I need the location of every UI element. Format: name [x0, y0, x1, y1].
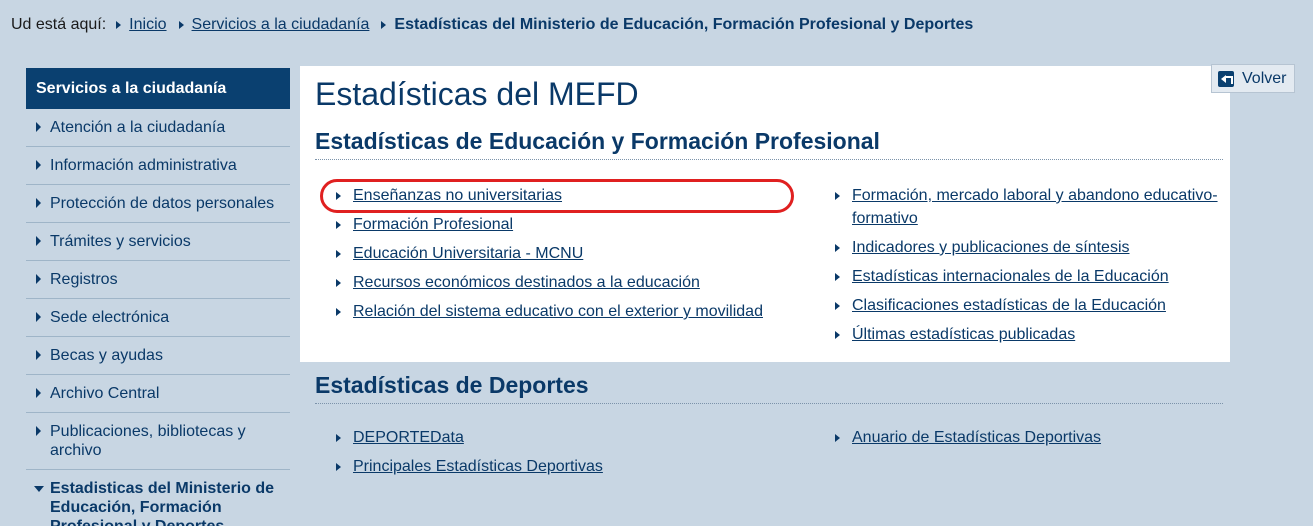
breadcrumb-current: Estadísticas del Ministerio de Educación…	[394, 16, 974, 33]
link-clasificaciones[interactable]: Clasificaciones estadísticas de la Educa…	[852, 297, 1166, 314]
link-recursos-economicos[interactable]: Recursos económicos destinados a la educ…	[353, 274, 700, 291]
education-links-right: Formación, mercado laboral y abandono ed…	[825, 184, 1225, 346]
arrow-right-icon	[835, 302, 840, 310]
main-content: Estadísticas del MEFD Estadísticas de Ed…	[300, 66, 1230, 362]
education-links-left: Enseñanzas no universitarias Formación P…	[326, 184, 806, 323]
arrow-right-icon	[336, 250, 341, 258]
sidebar-item-label: Trámites y servicios	[50, 233, 191, 250]
list-item: Principales Estadísticas Deportivas	[326, 455, 806, 478]
sidebar-item-sede[interactable]: Sede electrónica	[26, 299, 290, 337]
sidebar-item-label: Información administrativa	[50, 157, 237, 174]
arrow-right-icon	[336, 434, 341, 442]
breadcrumb-item-servicios: Servicios a la ciudadanía	[178, 16, 370, 34]
arrow-right-icon	[36, 160, 41, 170]
link-anuario-deportivas[interactable]: Anuario de Estadísticas Deportivas	[852, 429, 1101, 446]
sidebar-item-archivo[interactable]: Archivo Central	[26, 375, 290, 413]
arrow-down-icon	[34, 486, 44, 492]
education-section-title: Estadísticas de Educación y Formación Pr…	[315, 128, 1223, 160]
sidebar-item-publicaciones[interactable]: Publicaciones, bibliotecas y archivo	[26, 413, 290, 470]
arrow-right-icon	[36, 122, 41, 132]
link-educacion-universitaria[interactable]: Educación Universitaria - MCNU	[353, 245, 583, 262]
volver-button[interactable]: Volver	[1211, 64, 1295, 93]
list-item: DEPORTEData	[326, 426, 806, 449]
sidebar: Servicios a la ciudadanía Atención a la …	[26, 68, 290, 526]
link-internacionales[interactable]: Estadísticas internacionales de la Educa…	[852, 268, 1169, 285]
arrow-right-icon	[36, 426, 41, 436]
arrow-right-icon	[336, 308, 341, 316]
volver-label: Volver	[1242, 69, 1287, 87]
arrow-right-icon	[36, 274, 41, 284]
back-arrow-icon	[1218, 70, 1234, 87]
list-item: Clasificaciones estadísticas de la Educa…	[825, 294, 1225, 317]
sidebar-header[interactable]: Servicios a la ciudadanía	[26, 68, 290, 109]
link-formacion-profesional[interactable]: Formación Profesional	[353, 216, 513, 233]
sports-links-left: DEPORTEData Principales Estadísticas Dep…	[326, 426, 806, 478]
breadcrumb-link-servicios[interactable]: Servicios a la ciudadanía	[192, 16, 370, 34]
sidebar-item-tramites[interactable]: Trámites y servicios	[26, 223, 290, 261]
list-item: Últimas estadísticas publicadas	[825, 323, 1225, 346]
arrow-right-icon	[835, 434, 840, 442]
list-item: Indicadores y publicaciones de síntesis	[825, 236, 1225, 259]
list-item: Educación Universitaria - MCNU	[326, 242, 806, 265]
sidebar-item-becas[interactable]: Becas y ayudas	[26, 337, 290, 375]
sidebar-item-label: Becas y ayudas	[50, 347, 163, 364]
link-relacion-exterior[interactable]: Relación del sistema educativo con el ex…	[353, 303, 763, 320]
arrow-right-icon	[116, 21, 122, 29]
arrow-right-icon	[336, 221, 341, 229]
sidebar-item-label: Archivo Central	[50, 385, 160, 402]
sidebar-item-label: Publicaciones, bibliotecas y archivo	[50, 423, 246, 459]
breadcrumb-link-inicio[interactable]: Inicio	[129, 16, 166, 34]
link-deportedata[interactable]: DEPORTEData	[353, 429, 464, 446]
sidebar-item-registros[interactable]: Registros	[26, 261, 290, 299]
sidebar-item-label: Estadisticas del Ministerio de Educación…	[50, 480, 275, 526]
list-item: Formación, mercado laboral y abandono ed…	[825, 184, 1225, 230]
breadcrumb: Ud está aquí: Inicio Servicios a la ciud…	[11, 16, 985, 34]
sidebar-item-label: Sede electrónica	[50, 309, 170, 326]
arrow-right-icon	[835, 331, 840, 339]
arrow-right-icon	[336, 279, 341, 287]
arrow-right-icon	[835, 244, 840, 252]
list-item: Formación Profesional	[326, 213, 806, 236]
arrow-right-icon	[36, 236, 41, 246]
list-item: Anuario de Estadísticas Deportivas	[825, 426, 1225, 449]
sidebar-item-proteccion[interactable]: Protección de datos personales	[26, 185, 290, 223]
sidebar-item-label: Protección de datos personales	[50, 195, 275, 212]
arrow-right-icon	[178, 21, 184, 29]
sports-links-right: Anuario de Estadísticas Deportivas	[825, 426, 1225, 449]
link-indicadores[interactable]: Indicadores y publicaciones de síntesis	[852, 239, 1130, 256]
list-item: Enseñanzas no universitarias	[326, 184, 806, 207]
arrow-right-icon	[336, 463, 341, 471]
list-item: Estadísticas internacionales de la Educa…	[825, 265, 1225, 288]
sidebar-item-informacion[interactable]: Información administrativa	[26, 147, 290, 185]
sidebar-item-label: Atención a la ciudadanía	[50, 119, 226, 136]
sidebar-item-atencion[interactable]: Atención a la ciudadanía	[26, 109, 290, 147]
arrow-right-icon	[36, 350, 41, 360]
sidebar-item-estadisticas[interactable]: Estadisticas del Ministerio de Educación…	[26, 470, 290, 526]
sports-section: Estadísticas de Deportes DEPORTEData Pri…	[300, 362, 1230, 526]
arrow-right-icon	[381, 21, 387, 29]
arrow-right-icon	[835, 192, 840, 200]
list-item: Relación del sistema educativo con el ex…	[326, 300, 806, 323]
link-formacion-mercado[interactable]: Formación, mercado laboral y abandono ed…	[852, 187, 1218, 227]
link-ensenanzas[interactable]: Enseñanzas no universitarias	[353, 187, 562, 204]
arrow-right-icon	[36, 312, 41, 322]
sports-section-title: Estadísticas de Deportes	[315, 372, 1223, 404]
link-ultimas-estadisticas[interactable]: Últimas estadísticas publicadas	[852, 326, 1075, 343]
arrow-right-icon	[835, 273, 840, 281]
breadcrumb-lead: Ud está aquí:	[11, 16, 107, 33]
sidebar-item-label: Registros	[50, 271, 118, 288]
arrow-right-icon	[36, 388, 41, 398]
link-principales-deportivas[interactable]: Principales Estadísticas Deportivas	[353, 458, 603, 475]
arrow-right-icon	[36, 198, 41, 208]
arrow-right-icon	[336, 192, 341, 200]
breadcrumb-item-inicio: Inicio	[116, 16, 167, 34]
list-item: Recursos económicos destinados a la educ…	[326, 271, 806, 294]
page-title: Estadísticas del MEFD	[315, 76, 639, 112]
breadcrumb-item-current: Estadísticas del Ministerio de Educación…	[381, 16, 973, 34]
